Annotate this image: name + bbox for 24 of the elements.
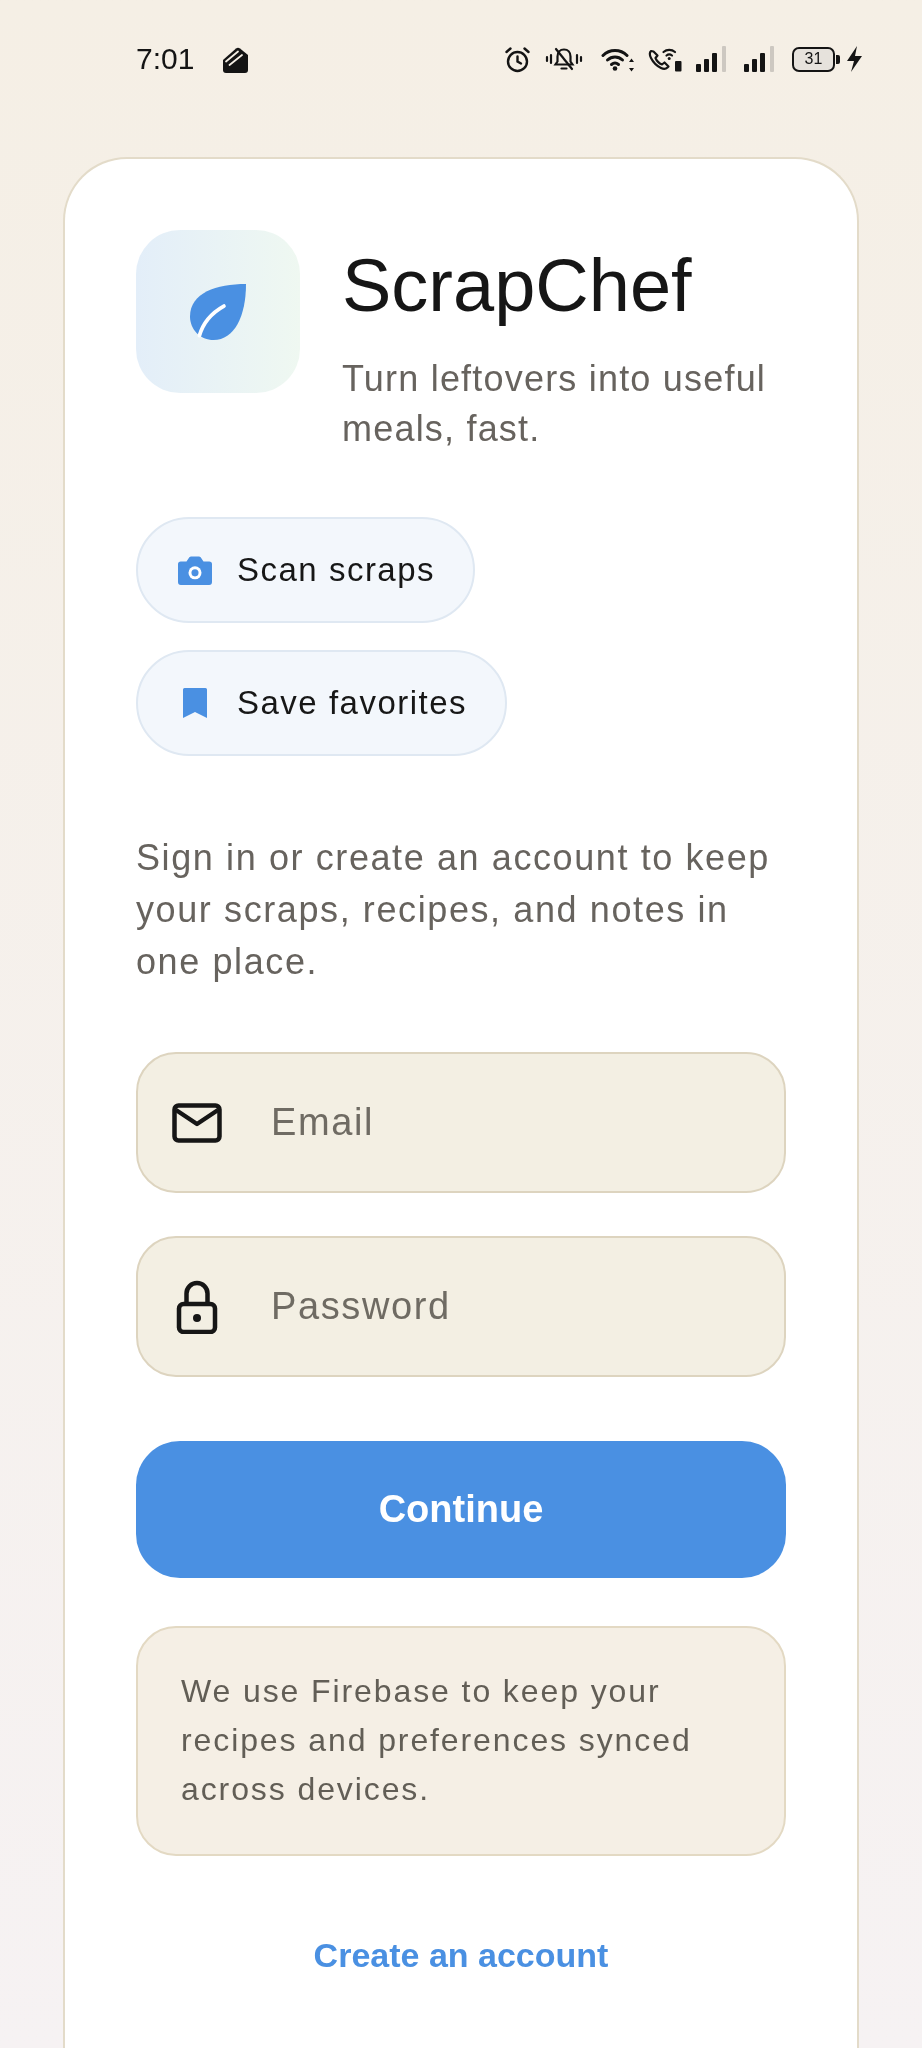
bookmark-icon — [183, 688, 207, 718]
lock-icon — [176, 1279, 218, 1334]
alarm-icon — [504, 45, 531, 73]
feature-label: Scan scraps — [237, 550, 436, 590]
leaf-logo-icon — [136, 230, 300, 393]
bell-off-icon — [545, 46, 583, 72]
wifi-icon — [601, 46, 635, 72]
feature-label: Save favorites — [237, 683, 468, 723]
signal-icon — [696, 46, 729, 72]
create-account-link[interactable]: Create an account — [313, 1935, 609, 1975]
status-time: 7:01 — [136, 42, 195, 76]
phone-wifi-icon — [647, 46, 682, 72]
intro-text: Sign in or create an account to keep your scraps, recipes, and notes in one place. — [136, 836, 771, 984]
email-field[interactable]: Email — [136, 1052, 786, 1193]
app-tagline: Turn leftovers into useful meals, fast. — [342, 357, 768, 451]
battery-indicator: 31 — [792, 46, 840, 72]
charging-bolt-icon — [846, 46, 863, 72]
envelope-icon — [172, 1102, 222, 1143]
stack-icon — [221, 45, 251, 73]
info-notice: We use Firebase to keep your recipes and preferences synced across devices. — [136, 1626, 786, 1856]
camera-icon — [178, 555, 212, 585]
signal-icon — [744, 46, 777, 72]
password-field[interactable]: Password — [136, 1236, 786, 1377]
continue-button[interactable]: Continue — [136, 1441, 786, 1578]
